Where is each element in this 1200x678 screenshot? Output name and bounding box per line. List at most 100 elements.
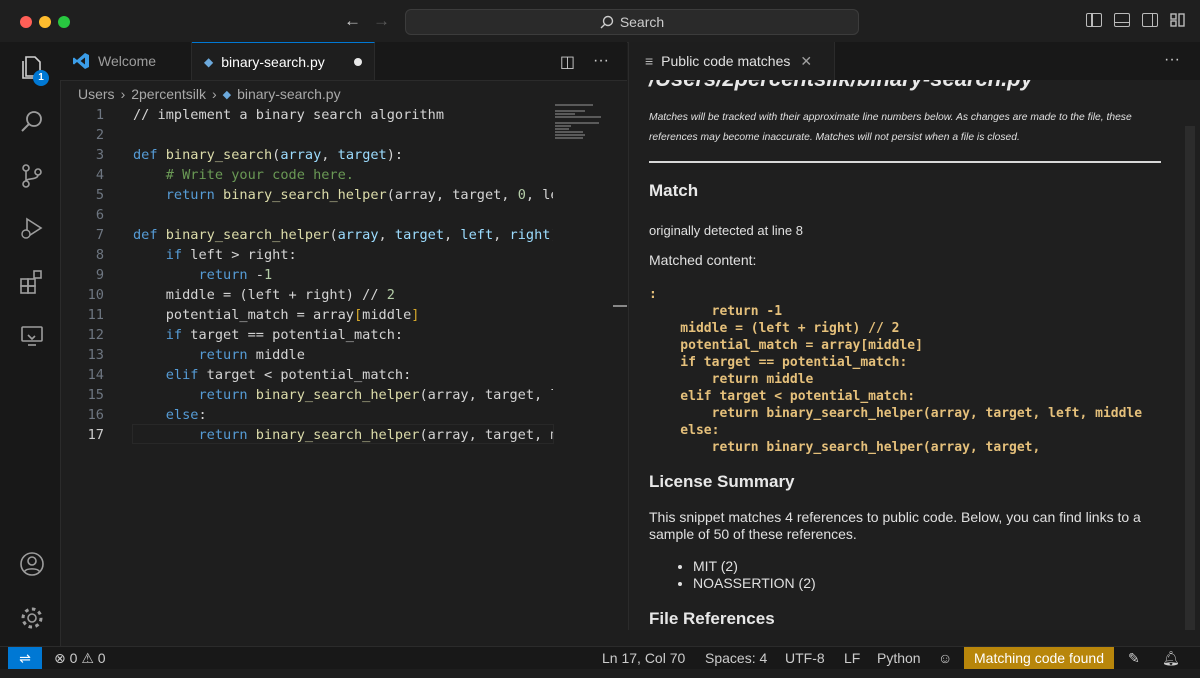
cursor-position[interactable]: Ln 17, Col 70 xyxy=(602,647,685,669)
code-text: return binary_search_helper(array, targe… xyxy=(165,187,553,203)
match-heading: Match xyxy=(649,181,699,200)
code-line[interactable]: 4 # Write your code here. xyxy=(60,165,555,185)
code-line[interactable]: 11 potential_match = array[middle] xyxy=(60,305,555,325)
code-text: else: xyxy=(165,407,207,423)
code-text: # Write your code here. xyxy=(165,167,354,183)
minimize-window-button[interactable] xyxy=(39,16,51,28)
vscode-logo-icon xyxy=(73,53,89,69)
tracking-note: Matches will be tracked with their appro… xyxy=(649,112,1132,143)
forward-arrow-icon[interactable]: → xyxy=(373,11,390,31)
code-line[interactable]: 7 def binary_search_helper(array, target,… xyxy=(60,225,555,245)
code-editor[interactable]: 1 // implement a binary search algorithm 2… xyxy=(60,104,627,644)
more-actions-icon[interactable]: ··· xyxy=(593,52,609,72)
breadcrumb-item[interactable]: Users xyxy=(78,86,115,102)
panel-tab-bar: ≡ Public code matches ✕ ··· xyxy=(628,42,1200,80)
search-label: Search xyxy=(619,14,665,30)
breadcrumb-item[interactable]: binary-search.py xyxy=(237,86,341,102)
code-line[interactable]: 3 def binary_search(array, target): xyxy=(60,145,555,165)
remote-explorer-icon[interactable] xyxy=(18,322,46,350)
copilot-icon[interactable]: ☺ xyxy=(938,647,952,669)
toggle-secondary-sidebar-icon[interactable] xyxy=(1142,13,1158,27)
code-line[interactable]: 15 return binary_search_helper(array, ta… xyxy=(60,385,555,405)
extensions-icon[interactable] xyxy=(18,268,46,296)
toggle-primary-sidebar-icon[interactable] xyxy=(1086,13,1102,27)
code-line[interactable]: 13 return middle xyxy=(60,345,555,365)
editor-tab-bar: Welcome ◆ binary-search.py ◫ ··· xyxy=(60,42,627,81)
overview-ruler-mark xyxy=(613,305,627,307)
line-number: 16 xyxy=(87,407,104,423)
tab-public-code-matches-label: Public code matches xyxy=(661,53,791,69)
code-line[interactable]: 5 return binary_search_helper(array, tar… xyxy=(60,185,555,205)
search-icon xyxy=(600,15,614,29)
indentation-setting[interactable]: Spaces: 4 xyxy=(705,647,767,669)
accounts-icon[interactable] xyxy=(18,550,46,578)
unsaved-dot-icon[interactable] xyxy=(354,57,362,66)
manage-gear-icon[interactable] xyxy=(18,604,46,632)
line-number: 11 xyxy=(87,307,104,323)
code-line[interactable]: 2 xyxy=(60,125,555,145)
error-count: 0 xyxy=(69,650,78,666)
code-line[interactable]: 6 xyxy=(60,205,555,225)
license-summary-heading: License Summary xyxy=(649,472,795,491)
more-actions-icon[interactable]: ··· xyxy=(1164,51,1180,69)
code-line[interactable]: 12 if target == potential_match: xyxy=(60,325,555,345)
line-number: 13 xyxy=(87,347,104,363)
code-text: // implement a binary search algorithm xyxy=(133,107,444,123)
encoding-setting[interactable]: UTF-8 xyxy=(785,647,825,669)
line-number: 10 xyxy=(87,287,104,303)
code-line[interactable]: 9 return -1 xyxy=(60,265,555,285)
code-line[interactable]: 16 else: xyxy=(60,405,555,425)
minimap[interactable] xyxy=(555,104,615,144)
line-number: 2 xyxy=(95,127,104,143)
line-number: 6 xyxy=(95,207,104,223)
code-line[interactable]: 14 elif target < potential_match: xyxy=(60,365,555,385)
remote-indicator-icon[interactable]: ⇌ xyxy=(8,647,42,669)
line-number: 4 xyxy=(95,167,104,183)
activity-bar: 1 xyxy=(0,42,61,646)
error-icon: ⊗ xyxy=(54,650,66,666)
toggle-panel-icon[interactable] xyxy=(1114,13,1130,27)
tab-binary-search[interactable]: ◆ binary-search.py xyxy=(192,42,375,80)
explorer-icon[interactable]: 1 xyxy=(18,54,49,86)
code-line[interactable]: 10 middle = (left + right) // 2 xyxy=(60,285,555,305)
public-code-matches-view: /Users/2percentsilk/binary-search.py Mat… xyxy=(628,80,1200,630)
eol-setting[interactable]: LF xyxy=(844,647,860,669)
code-text: middle = (left + right) // 2 xyxy=(133,287,395,303)
title-bar: ← → Search xyxy=(0,0,1200,43)
source-control-icon[interactable] xyxy=(18,162,46,190)
code-line[interactable]: 17 return binary_search_helper(array, ta… xyxy=(60,425,555,445)
code-line[interactable]: 8 if left > right: xyxy=(60,245,555,265)
maximize-window-button[interactable] xyxy=(58,16,70,28)
matching-code-status[interactable]: Matching code found xyxy=(964,647,1114,669)
back-arrow-icon[interactable]: ← xyxy=(344,11,361,31)
code-line[interactable]: 1 // implement a binary search algorithm xyxy=(60,105,555,125)
detected-line-text: originally detected at line 8 xyxy=(649,223,803,238)
python-file-icon: ◆ xyxy=(204,54,214,69)
notifications-bell-icon[interactable]: 🔔︎ xyxy=(1162,647,1180,669)
line-number: 8 xyxy=(95,247,104,263)
code-text: potential_match = array[middle] xyxy=(133,307,420,323)
run-and-debug-icon[interactable] xyxy=(18,214,46,242)
file-path-heading: /Users/2percentsilk/binary-search.py xyxy=(649,80,1033,92)
close-window-button[interactable] xyxy=(20,16,32,28)
split-editor-icon[interactable]: ◫ xyxy=(560,52,575,72)
command-center-search[interactable]: Search xyxy=(405,9,859,35)
search-view-icon[interactable] xyxy=(18,108,46,136)
line-number: 7 xyxy=(95,227,104,243)
code-text: def binary_search_helper(array, target, … xyxy=(133,227,553,243)
code-text: return middle xyxy=(198,347,305,363)
license-list: MIT (2) NOASSERTION (2) xyxy=(673,558,816,592)
warning-icon: ⚠ xyxy=(81,650,94,666)
language-mode[interactable]: Python xyxy=(877,647,921,669)
vertical-scrollbar[interactable] xyxy=(1185,126,1195,630)
tab-welcome[interactable]: Welcome xyxy=(60,42,192,80)
problems-indicator[interactable]: ⊗ 0 ⚠ 0 xyxy=(54,647,106,669)
breadcrumb-item[interactable]: 2percentsilk xyxy=(131,86,206,102)
tab-public-code-matches[interactable]: ≡ Public code matches ✕ xyxy=(629,42,835,80)
code-text: return binary_search_helper(array, targe… xyxy=(198,387,553,403)
close-icon[interactable]: ✕ xyxy=(800,53,812,70)
feedback-icon[interactable]: ✎ xyxy=(1128,647,1140,669)
customize-layout-icon[interactable] xyxy=(1170,13,1186,27)
matched-code-block: : return -1 middle = (left + right) // 2… xyxy=(649,287,1143,455)
tab-binary-search-label: binary-search.py xyxy=(221,53,325,70)
